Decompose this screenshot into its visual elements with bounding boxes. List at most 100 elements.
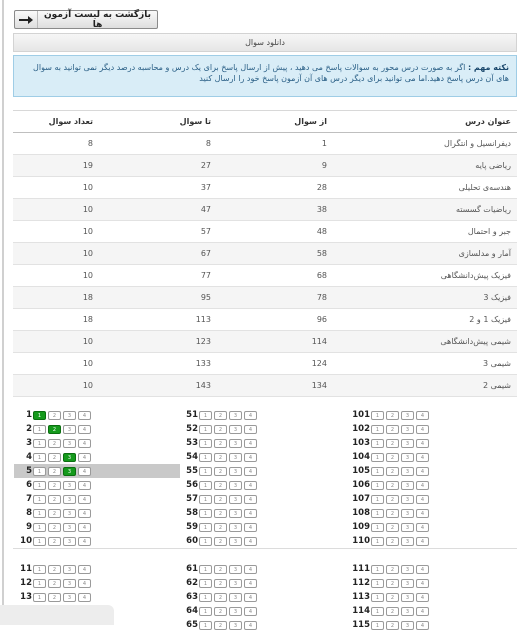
answer-option[interactable]: 1: [33, 536, 46, 546]
answer-option[interactable]: 3: [401, 424, 414, 434]
answer-option[interactable]: 3: [63, 438, 76, 448]
answer-option[interactable]: 1: [33, 522, 46, 532]
answer-option[interactable]: 1: [33, 424, 46, 434]
answer-option[interactable]: 3: [401, 606, 414, 616]
answer-option[interactable]: 1: [371, 494, 384, 504]
answer-option[interactable]: 4: [78, 438, 91, 448]
answer-option[interactable]: 4: [78, 578, 91, 588]
answer-option[interactable]: 2: [386, 480, 399, 490]
answer-option[interactable]: 1: [371, 620, 384, 630]
answer-option[interactable]: 1: [199, 606, 212, 616]
answer-option[interactable]: 3: [63, 424, 76, 434]
answer-option[interactable]: 3: [229, 536, 242, 546]
answer-option[interactable]: 1: [371, 536, 384, 546]
answer-option[interactable]: 2: [48, 438, 61, 448]
answer-option[interactable]: 3: [63, 592, 76, 602]
answer-option[interactable]: 1: [199, 480, 212, 490]
answer-option[interactable]: 2: [214, 564, 227, 574]
answer-option[interactable]: 2: [386, 508, 399, 518]
answer-option[interactable]: 2: [214, 620, 227, 630]
answer-option[interactable]: 4: [78, 466, 91, 476]
answer-option[interactable]: 3: [401, 620, 414, 630]
answer-option[interactable]: 4: [416, 536, 429, 546]
answer-option[interactable]: 3: [401, 536, 414, 546]
back-to-exams-button[interactable]: بازگشت به لیست آزمون ها: [14, 10, 158, 30]
answer-option[interactable]: 1: [199, 578, 212, 588]
answer-option[interactable]: 4: [416, 564, 429, 574]
answer-option[interactable]: 2: [48, 494, 61, 504]
answer-option[interactable]: 1: [33, 466, 46, 476]
answer-option[interactable]: 2: [48, 578, 61, 588]
answer-option[interactable]: 4: [244, 452, 257, 462]
answer-option[interactable]: 1: [371, 564, 384, 574]
answer-option[interactable]: 1: [371, 480, 384, 490]
answer-option[interactable]: 4: [244, 466, 257, 476]
answer-option[interactable]: 3: [63, 536, 76, 546]
answer-option[interactable]: 4: [244, 592, 257, 602]
answer-option[interactable]: 2: [214, 536, 227, 546]
answer-option[interactable]: 2: [386, 466, 399, 476]
answer-option[interactable]: 2: [214, 522, 227, 532]
answer-option[interactable]: 3: [401, 578, 414, 588]
answer-option[interactable]: 3: [401, 466, 414, 476]
answer-option[interactable]: 1: [33, 494, 46, 504]
answer-option[interactable]: 4: [244, 438, 257, 448]
answer-option[interactable]: 3: [229, 438, 242, 448]
answer-option[interactable]: 1: [199, 466, 212, 476]
answer-option[interactable]: 4: [416, 494, 429, 504]
answer-option[interactable]: 3: [229, 424, 242, 434]
answer-option[interactable]: 3: [229, 592, 242, 602]
answer-option[interactable]: 2: [48, 480, 61, 490]
answer-option[interactable]: 2: [214, 480, 227, 490]
answer-option[interactable]: 2: [214, 424, 227, 434]
answer-option[interactable]: 2: [386, 424, 399, 434]
answer-option[interactable]: 4: [416, 452, 429, 462]
answer-option[interactable]: 1: [199, 508, 212, 518]
answer-option[interactable]: 3: [229, 480, 242, 490]
answer-option[interactable]: 1: [199, 620, 212, 630]
answer-option[interactable]: 1: [199, 494, 212, 504]
answer-option[interactable]: 4: [78, 410, 91, 420]
answer-option[interactable]: 3: [63, 494, 76, 504]
answer-option[interactable]: 1: [33, 480, 46, 490]
answer-option[interactable]: 3: [401, 494, 414, 504]
answer-option[interactable]: 1: [33, 410, 46, 420]
answer-option[interactable]: 4: [416, 620, 429, 630]
answer-option[interactable]: 1: [33, 452, 46, 462]
answer-option[interactable]: 1: [371, 606, 384, 616]
answer-option[interactable]: 4: [78, 592, 91, 602]
answer-option[interactable]: 4: [416, 508, 429, 518]
answer-option[interactable]: 3: [401, 564, 414, 574]
answer-option[interactable]: 3: [401, 410, 414, 420]
answer-option[interactable]: 1: [371, 410, 384, 420]
answer-option[interactable]: 4: [416, 578, 429, 588]
answer-option[interactable]: 3: [63, 564, 76, 574]
answer-option[interactable]: 1: [371, 578, 384, 588]
answer-option[interactable]: 2: [214, 410, 227, 420]
answer-option[interactable]: 4: [244, 480, 257, 490]
answer-option[interactable]: 4: [416, 522, 429, 532]
answer-option[interactable]: 2: [386, 522, 399, 532]
answer-option[interactable]: 4: [78, 452, 91, 462]
answer-option[interactable]: 1: [199, 522, 212, 532]
answer-option[interactable]: 2: [386, 592, 399, 602]
answer-option[interactable]: 3: [63, 522, 76, 532]
answer-option[interactable]: 1: [371, 452, 384, 462]
answer-option[interactable]: 3: [63, 578, 76, 588]
answer-option[interactable]: 1: [33, 592, 46, 602]
answer-option[interactable]: 1: [33, 438, 46, 448]
answer-option[interactable]: 3: [229, 410, 242, 420]
answer-option[interactable]: 2: [48, 536, 61, 546]
answer-option[interactable]: 3: [229, 522, 242, 532]
answer-option[interactable]: 1: [371, 466, 384, 476]
answer-option[interactable]: 3: [63, 452, 76, 462]
answer-option[interactable]: 4: [416, 466, 429, 476]
answer-option[interactable]: 4: [78, 424, 91, 434]
answer-option[interactable]: 3: [229, 620, 242, 630]
answer-option[interactable]: 2: [214, 466, 227, 476]
answer-option[interactable]: 2: [386, 620, 399, 630]
answer-option[interactable]: 4: [78, 508, 91, 518]
answer-option[interactable]: 3: [401, 452, 414, 462]
answer-option[interactable]: 3: [229, 452, 242, 462]
answer-option[interactable]: 1: [199, 452, 212, 462]
